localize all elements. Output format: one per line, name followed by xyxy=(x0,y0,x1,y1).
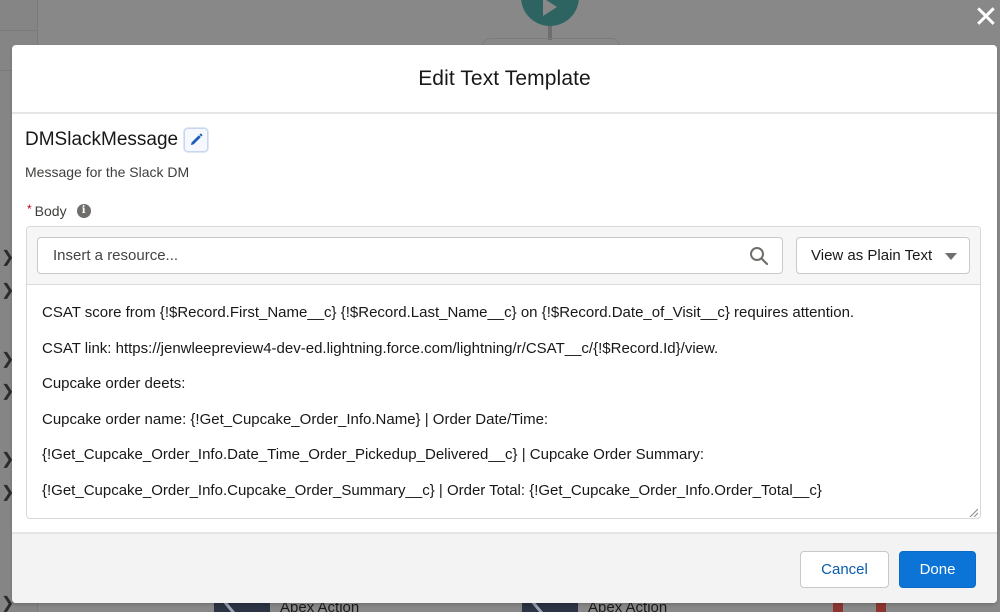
editor-toolbar: View as Plain Text xyxy=(27,227,980,285)
info-icon[interactable]: i xyxy=(76,204,91,218)
template-name: DMSlackMessage xyxy=(25,129,179,150)
body-label: Body xyxy=(34,203,67,219)
modal-header: Edit Text Template xyxy=(12,45,997,114)
body-line: {!Get_Cupcake_Order_Info.Date_Time_Order… xyxy=(42,446,704,463)
caret-down-icon xyxy=(945,253,957,260)
required-marker: * xyxy=(27,202,32,216)
search-icon[interactable] xyxy=(749,246,769,266)
play-icon xyxy=(543,0,557,16)
body-line: CSAT link: https://jenwleepreview4-dev-e… xyxy=(42,339,719,357)
close-icon[interactable]: ✕ xyxy=(972,3,1000,33)
sidebar-divider xyxy=(0,30,38,31)
edit-text-template-modal: Edit Text Template DMSlackMessage Messag… xyxy=(12,45,997,603)
body-textarea[interactable]: CSAT score from {!$Record.First_Name__c}… xyxy=(27,286,980,518)
template-description: Message for the Slack DM xyxy=(25,164,190,180)
template-name-row: DMSlackMessage xyxy=(25,128,209,152)
pencil-icon xyxy=(191,133,203,145)
insert-resource-input[interactable] xyxy=(37,237,783,274)
body-line: {!Get_Cupcake_Order_Info.Cupcake_Order_S… xyxy=(42,481,822,499)
modal-footer: Cancel Done xyxy=(12,532,997,603)
resize-handle-icon[interactable] xyxy=(968,507,978,517)
body-editor: View as Plain Text CSAT score from {!$Re… xyxy=(26,226,981,519)
modal-title: Edit Text Template xyxy=(418,66,591,90)
body-line: CSAT score from {!$Record.First_Name__c}… xyxy=(42,304,855,321)
body-line: Cupcake order name: {!Get_Cupcake_Order_… xyxy=(42,410,549,428)
flow-start-node xyxy=(521,0,579,26)
body-line: Cupcake order deets: xyxy=(42,375,186,392)
view-mode-selected: View as Plain Text xyxy=(811,247,933,264)
done-button[interactable]: Done xyxy=(899,551,976,588)
edit-name-button[interactable] xyxy=(184,128,209,152)
cancel-button[interactable]: Cancel xyxy=(800,551,889,588)
view-mode-select[interactable]: View as Plain Text xyxy=(796,237,970,274)
body-field-label: * Body i xyxy=(27,202,91,219)
